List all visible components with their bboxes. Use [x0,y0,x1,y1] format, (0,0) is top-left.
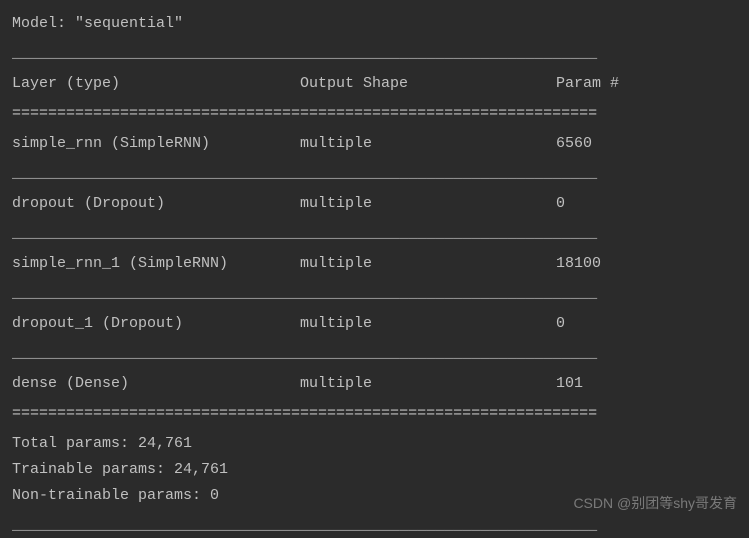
divider-line: ________________________________________… [12,162,737,186]
trainable-params: Trainable params: 24,761 [12,458,737,482]
cell-output: multiple [300,192,556,216]
header-param: Param # [556,72,737,96]
divider-line: ========================================… [12,402,737,426]
cell-param: 6560 [556,132,737,156]
total-params: Total params: 24,761 [12,432,737,456]
divider-line: ________________________________________… [12,282,737,306]
cell-layer: simple_rnn_1 (SimpleRNN) [12,252,300,276]
table-row: dropout_1 (Dropout) multiple 0 [12,312,737,336]
table-row: dense (Dense) multiple 101 [12,372,737,396]
cell-param: 18100 [556,252,737,276]
cell-output: multiple [300,312,556,336]
header-output: Output Shape [300,72,556,96]
cell-layer: dropout_1 (Dropout) [12,312,300,336]
table-row: simple_rnn_1 (SimpleRNN) multiple 18100 [12,252,737,276]
watermark: CSDN @别团等shy哥发育 [573,492,737,514]
cell-param: 0 [556,312,737,336]
divider-line: ________________________________________… [12,222,737,246]
table-header: Layer (type) Output Shape Param # [12,72,737,96]
divider-line: ________________________________________… [12,514,737,538]
cell-layer: dense (Dense) [12,372,300,396]
model-name: Model: "sequential" [12,12,737,36]
cell-param: 0 [556,192,737,216]
table-row: simple_rnn (SimpleRNN) multiple 6560 [12,132,737,156]
divider-line: ========================================… [12,102,737,126]
cell-layer: simple_rnn (SimpleRNN) [12,132,300,156]
divider-line: ________________________________________… [12,342,737,366]
divider-line: ________________________________________… [12,42,737,66]
header-layer: Layer (type) [12,72,300,96]
cell-output: multiple [300,372,556,396]
cell-output: multiple [300,132,556,156]
cell-param: 101 [556,372,737,396]
cell-layer: dropout (Dropout) [12,192,300,216]
table-row: dropout (Dropout) multiple 0 [12,192,737,216]
cell-output: multiple [300,252,556,276]
